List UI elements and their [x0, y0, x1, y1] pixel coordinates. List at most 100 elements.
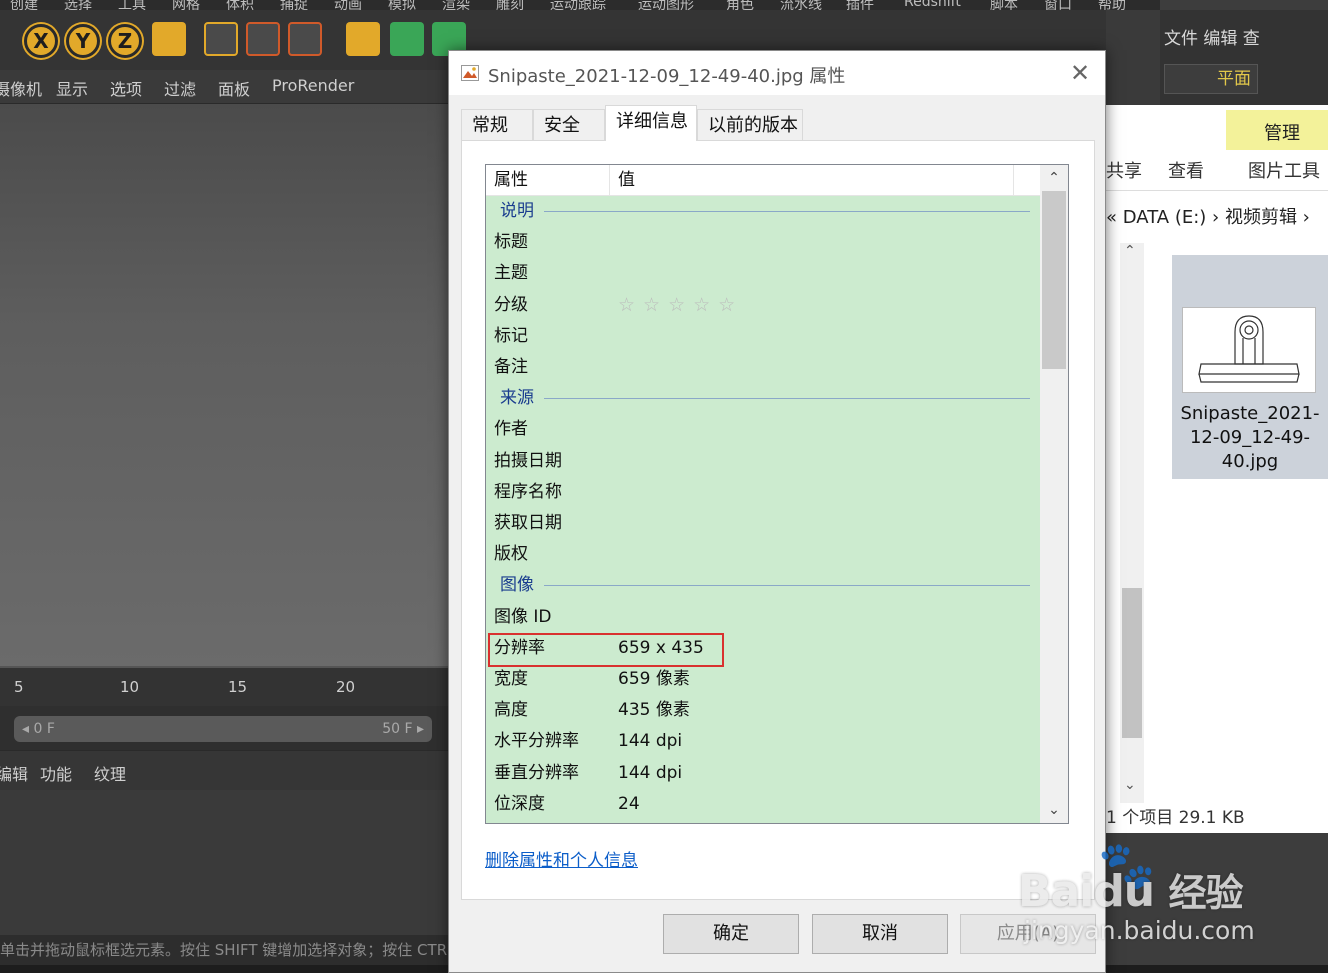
address-bar[interactable]: « DATA (E:) › 视频剪辑 › [1106, 203, 1310, 229]
viewport-menu-item-4[interactable]: 面板 [218, 76, 250, 100]
render-settings-icon[interactable] [288, 22, 322, 56]
property-row[interactable]: 分级 ☆☆☆☆☆ [486, 290, 1040, 321]
watermark-jingyan: 经验 [1168, 871, 1243, 915]
image-file-icon [461, 65, 479, 81]
axis-y-button[interactable]: Y [66, 24, 100, 58]
ribbon-tab-picture-tools[interactable]: 图片工具 [1248, 157, 1320, 183]
scroll-down-icon[interactable]: ⌄ [1124, 777, 1136, 793]
material-menu-item-0[interactable]: 编辑 [0, 761, 28, 785]
frame-start-label: ◂ 0 F [22, 721, 55, 737]
tab-previous-versions[interactable]: 以前的版本 [697, 109, 803, 141]
property-row[interactable]: 垂直分辨率 144 dpi [486, 758, 1040, 789]
property-name: 宽度 [494, 669, 528, 689]
layout-mode-button[interactable]: 平面 [1164, 64, 1258, 94]
property-row[interactable]: 图像 ID [486, 602, 1040, 633]
property-row[interactable]: 程序名称 [486, 477, 1040, 508]
viewport-menu-item-1[interactable]: 显示 [56, 76, 88, 100]
property-row[interactable]: 作者 [486, 414, 1040, 445]
property-row[interactable]: 位深度 24 [486, 789, 1040, 820]
section-header[interactable]: 说明 [486, 196, 1040, 227]
dialog-title: Snipaste_2021-12-09_12-49-40.jpg 属性 [488, 66, 846, 87]
list-scrollbar[interactable]: ⌃ ⌄ [1040, 165, 1068, 823]
ribbon-tab-share[interactable]: 共享 [1106, 157, 1142, 183]
scrollbar-thumb[interactable] [1042, 191, 1066, 369]
property-row[interactable]: 获取日期 [486, 508, 1040, 539]
section-header[interactable]: 来源 [486, 383, 1040, 414]
pen-icon[interactable] [346, 22, 380, 56]
property-row[interactable]: 宽度 659 像素 [486, 664, 1040, 695]
viewport-menubar: 摄像机 显示 选项 过滤 面板 ProRender [0, 70, 448, 104]
property-name: 获取日期 [494, 513, 562, 533]
properties-list[interactable]: 属性 值 说明 标题 主题 分级 ☆☆☆☆☆ 标记备注来源作者拍摄日期程序名称获取日期版权… [485, 164, 1069, 824]
material-menu-item-2[interactable]: 纹理 [94, 761, 126, 785]
cancel-button[interactable]: 取消 [812, 914, 948, 954]
viewport-menu-item-0[interactable]: 摄像机 [0, 76, 42, 100]
c4d-menu-item-15[interactable]: Redshift [904, 0, 961, 10]
property-row[interactable]: 水平分辨率 144 dpi [486, 726, 1040, 757]
ribbon-tab-manage-label[interactable]: 管理 [1264, 119, 1300, 145]
axis-x-button[interactable]: X [24, 24, 58, 58]
property-row[interactable]: 分辨率 659 x 435 [486, 632, 1040, 667]
ruler-tick-2[interactable]: 15 [228, 678, 247, 696]
property-name: 版权 [494, 544, 528, 565]
scroll-down-icon[interactable]: ⌄ [1040, 797, 1068, 823]
property-row[interactable]: 主题 [486, 258, 1040, 289]
ribbon-divider [1106, 190, 1328, 191]
property-name: 标记 [494, 325, 528, 346]
column-header-property[interactable]: 属性 [486, 165, 610, 196]
coordinate-system-icon[interactable] [152, 22, 186, 56]
status-bar: 单击并拖动鼠标框选元素。按住 SHIFT 键增加选择对象；按住 CTRL [0, 935, 448, 965]
ruler-tick-0[interactable]: 5 [14, 678, 24, 696]
ok-button[interactable]: 确定 [663, 914, 799, 954]
ruler-tick-1[interactable]: 10 [120, 678, 139, 696]
scroll-up-icon[interactable]: ⌃ [1124, 243, 1136, 259]
property-name: 图像 ID [494, 606, 552, 627]
section-header[interactable]: 图像 [486, 570, 1040, 601]
tab-general[interactable]: 常规 [461, 109, 533, 141]
property-row[interactable]: 备注 [486, 352, 1040, 383]
property-row[interactable]: 拍摄日期 [486, 446, 1040, 477]
property-row[interactable]: 高度 435 像素 [486, 695, 1040, 726]
property-value: 144 dpi [618, 762, 683, 783]
file-item[interactable]: Snipaste_2021-12-09_12-49-40.jpg [1172, 255, 1328, 479]
ribbon-tab-view[interactable]: 查看 [1168, 157, 1204, 183]
property-name: 拍摄日期 [494, 450, 562, 471]
property-row[interactable]: 标记 [486, 321, 1040, 352]
dialog-titlebar[interactable]: Snipaste_2021-12-09_12-49-40.jpg 属性 ✕ [449, 51, 1105, 95]
timeline-ruler[interactable]: 5 10 15 20 [0, 666, 448, 706]
property-name: 高度 [494, 700, 528, 721]
close-button[interactable]: ✕ [1063, 57, 1097, 89]
viewport-menu-item-5[interactable]: ProRender [272, 76, 354, 95]
nav-pane-scrollbar[interactable]: ⌃ ⌄ [1120, 243, 1144, 803]
watermark-brand: Baidu 经验 [1018, 862, 1243, 917]
watermark-du: du [1093, 866, 1155, 917]
scrollbar-thumb[interactable] [1122, 588, 1142, 738]
section-label: 来源 [500, 388, 534, 409]
render-view-icon[interactable] [204, 22, 238, 56]
frame-range-slider[interactable]: ◂ 0 F 50 F ▸ [14, 716, 432, 742]
viewport-menu-item-3[interactable]: 过滤 [164, 76, 196, 100]
remove-properties-link[interactable]: 删除属性和个人信息 [485, 846, 638, 871]
column-header-value[interactable]: 值 [610, 165, 1014, 196]
rating-stars[interactable]: ☆☆☆☆☆ [618, 290, 743, 321]
ruler-tick-3[interactable]: 20 [336, 678, 355, 696]
viewport-menu-item-2[interactable]: 选项 [110, 76, 142, 100]
property-row[interactable]: 标题 [486, 227, 1040, 258]
property-row[interactable]: 版权 [486, 539, 1040, 570]
tab-details[interactable]: 详细信息 [605, 105, 697, 141]
cube-primitive-icon[interactable] [390, 22, 424, 56]
watermark-bai: Bai [1018, 866, 1094, 917]
layout-menu[interactable]: 文件 编辑 查 [1164, 24, 1260, 49]
axis-z-button[interactable]: Z [108, 24, 142, 58]
clip-drawing-icon [1198, 315, 1300, 383]
viewport[interactable] [0, 104, 448, 666]
section-divider [544, 211, 1030, 212]
render-picture-viewer-icon[interactable] [246, 22, 280, 56]
section-label: 图像 [500, 575, 534, 596]
frame-end-label: 50 F ▸ [382, 721, 424, 737]
section-divider [544, 398, 1030, 400]
c4d-menubar: 创建 选择 工具 网格 体积 捕捉 动画 模拟 渲染 雕刻 运动跟踪 运动图形 角色 流水线 插件 Redsh… [0, 0, 1160, 13]
scroll-up-icon[interactable]: ⌃ [1040, 165, 1068, 191]
material-menu-item-1[interactable]: 功能 [40, 761, 72, 785]
tab-security[interactable]: 安全 [533, 109, 605, 141]
